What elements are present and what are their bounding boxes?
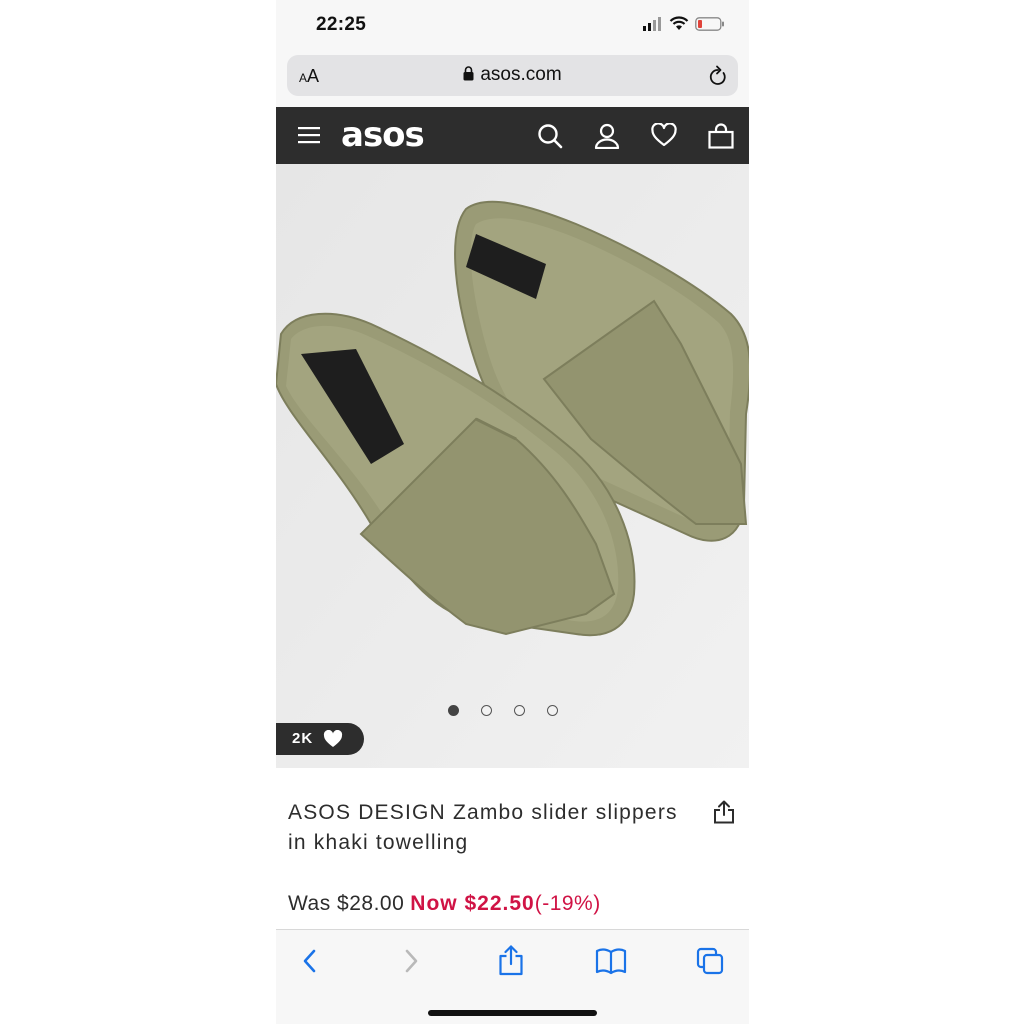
product-title: ASOS DESIGN Zambo slider slippers in kha… <box>288 801 678 854</box>
saved-count-badge[interactable]: 2K <box>276 723 364 755</box>
reload-icon[interactable] <box>708 65 728 87</box>
heart-filled-icon <box>323 730 343 747</box>
lock-icon <box>463 66 474 81</box>
product-info: ASOS DESIGN Zambo slider slippers in kha… <box>276 768 749 930</box>
gallery-dot[interactable] <box>447 705 459 716</box>
site-header: asos <box>276 107 749 164</box>
menu-icon[interactable] <box>298 126 320 144</box>
asos-logo[interactable]: asos <box>341 115 425 155</box>
share-icon[interactable] <box>498 944 524 976</box>
gallery-pagination <box>276 705 749 716</box>
now-price: Now $22.50 <box>410 892 535 915</box>
product-image-gallery[interactable]: 2K <box>276 164 749 768</box>
discount-percent: (-19%) <box>534 892 601 915</box>
browser-toolbar <box>276 929 749 1024</box>
price-line: Was $28.00 Now $22.50(-19%) <box>288 892 601 916</box>
forward-icon[interactable] <box>401 947 421 975</box>
wifi-icon <box>669 16 689 30</box>
status-icons <box>643 16 725 31</box>
gallery-dot[interactable] <box>513 705 525 716</box>
account-icon[interactable] <box>594 123 620 149</box>
url-display[interactable]: asos.com <box>287 64 738 86</box>
search-icon[interactable] <box>537 123 563 149</box>
gallery-dot[interactable] <box>546 705 558 716</box>
address-bar[interactable]: AA asos.com <box>287 55 738 96</box>
bag-icon[interactable] <box>708 123 734 149</box>
bookmarks-icon[interactable] <box>595 947 627 975</box>
status-time: 22:25 <box>316 14 367 35</box>
heart-icon[interactable] <box>651 123 677 147</box>
gallery-dot[interactable] <box>480 705 492 716</box>
product-photo <box>276 164 749 768</box>
home-indicator[interactable] <box>428 1010 597 1016</box>
was-price: Was $28.00 <box>288 892 405 915</box>
status-bar: 22:25 <box>276 0 749 52</box>
share-icon[interactable] <box>713 800 735 824</box>
battery-icon <box>695 16 724 31</box>
phone-screen: 22:25 AA asos.com asos 2K ASOS DESIGN Za… <box>276 0 749 1024</box>
back-icon[interactable] <box>300 947 320 975</box>
saved-count: 2K <box>292 730 314 747</box>
url-domain: asos.com <box>480 64 562 85</box>
tabs-icon[interactable] <box>696 947 724 975</box>
signal-icon <box>643 16 661 31</box>
